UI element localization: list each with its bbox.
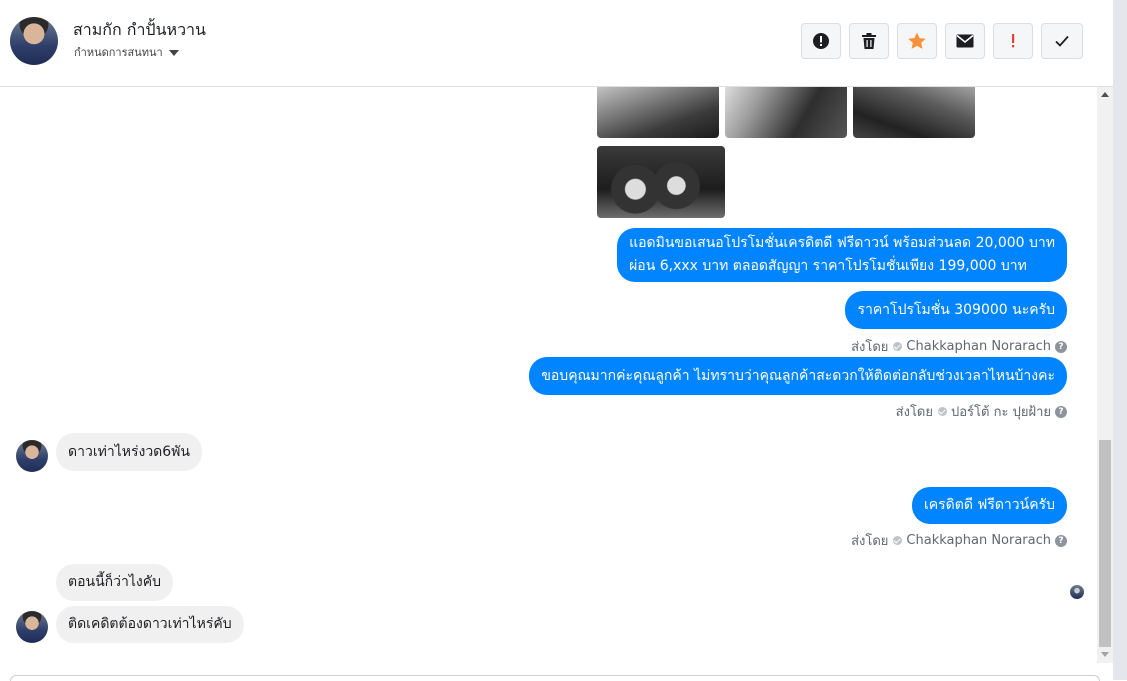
done-button[interactable] (1041, 23, 1083, 59)
car-dashboard-photo[interactable] (597, 146, 725, 218)
verified-check-icon (893, 342, 903, 351)
message-thread[interactable]: แอดมินขอเสนอโปรโมชั่นเครดิตดี ฟรีดาวน์ พ… (0, 87, 1097, 663)
message-text-line-2: ผ่อน 6,xxx บาท ตลอดสัญญา ราคาโปรโมชั่นเพ… (629, 258, 1027, 274)
sent-by-prefix: ส่งโดย (895, 405, 933, 420)
assign-conversation-dropdown[interactable]: กำหนดการสนทนา (74, 43, 179, 61)
car-interior-photo-2[interactable] (725, 87, 847, 138)
outgoing-message[interactable]: ขอบคุณมากค่ะคุณลูกค้า ไม่ทราบว่าคุณลูกค้… (529, 357, 1067, 395)
spam-button[interactable] (801, 23, 841, 59)
star-button[interactable] (897, 23, 937, 59)
incoming-message[interactable]: ติดเคดิตต้องดาวเท่าไหร่คับ (56, 606, 244, 643)
caret-down-icon (168, 50, 179, 56)
trash-icon (862, 33, 876, 49)
star-icon (908, 32, 926, 49)
assign-label: กำหนดการสนทนา (74, 46, 163, 59)
outgoing-message[interactable]: เครดิตดี ฟรีดาวน์ครับ (912, 487, 1067, 524)
alert-circle-icon (813, 33, 829, 49)
contact-avatar[interactable] (16, 440, 48, 472)
incoming-message[interactable]: ดาวเท่าไหร่งวด6พัน (56, 433, 202, 471)
outgoing-message[interactable]: แอดมินขอเสนอโปรโมชั่นเครดิตดี ฟรีดาวน์ พ… (617, 228, 1067, 282)
side-panel-edge (1113, 0, 1127, 680)
outgoing-message[interactable]: ราคาโปรโมชั่น 309000 นะครับ (845, 291, 1067, 329)
help-icon[interactable]: ? (1055, 340, 1067, 353)
follow-up-button[interactable] (993, 23, 1033, 59)
help-icon[interactable]: ? (1055, 405, 1067, 418)
verified-check-icon (893, 536, 903, 545)
mark-unread-button[interactable] (945, 23, 985, 59)
contact-avatar[interactable] (10, 17, 58, 65)
check-icon (1055, 35, 1069, 47)
contact-avatar[interactable] (16, 611, 48, 643)
scroll-down-arrow-icon[interactable] (1101, 652, 1109, 657)
sender-name[interactable]: ปอร์โต้ กะ ปุยฝ้าย (951, 401, 1051, 422)
sender-name[interactable]: Chakkaphan Norarach (906, 339, 1051, 354)
delete-button[interactable] (849, 23, 889, 59)
message-text-line-1: แอดมินขอเสนอโปรโมชั่นเครดิตดี ฟรีดาวน์ พ… (629, 235, 1055, 251)
sent-by-prefix: ส่งโดย (851, 340, 889, 355)
sent-by-label: ส่งโดย Chakkaphan Norarach ? (851, 530, 1067, 551)
message-composer[interactable] (10, 675, 1100, 681)
sent-by-prefix: ส่งโดย (851, 534, 889, 549)
car-interior-photo-1[interactable] (597, 87, 719, 138)
incoming-message[interactable]: ตอนนี้ก็ว่าไงคับ (56, 564, 173, 601)
sent-by-label: ส่งโดย Chakkaphan Norarach ? (851, 336, 1067, 357)
seen-avatar-icon (1070, 585, 1084, 599)
sender-name[interactable]: Chakkaphan Norarach (906, 533, 1051, 548)
contact-name[interactable]: สามกัก กำปั้นหวาน (73, 18, 206, 43)
scrollbar-thumb[interactable] (1099, 440, 1111, 647)
scroll-up-arrow-icon[interactable] (1101, 92, 1109, 97)
verified-check-icon (938, 407, 947, 416)
envelope-icon (956, 34, 974, 48)
help-icon[interactable]: ? (1055, 534, 1067, 547)
conversation-header: สามกัก กำปั้นหวาน กำหนดการสนทนา (0, 0, 1113, 87)
car-interior-photo-3[interactable] (853, 87, 975, 138)
exclamation-icon (1012, 34, 1015, 48)
sent-by-label: ส่งโดย ปอร์โต้ กะ ปุยฝ้าย ? (896, 401, 1067, 422)
